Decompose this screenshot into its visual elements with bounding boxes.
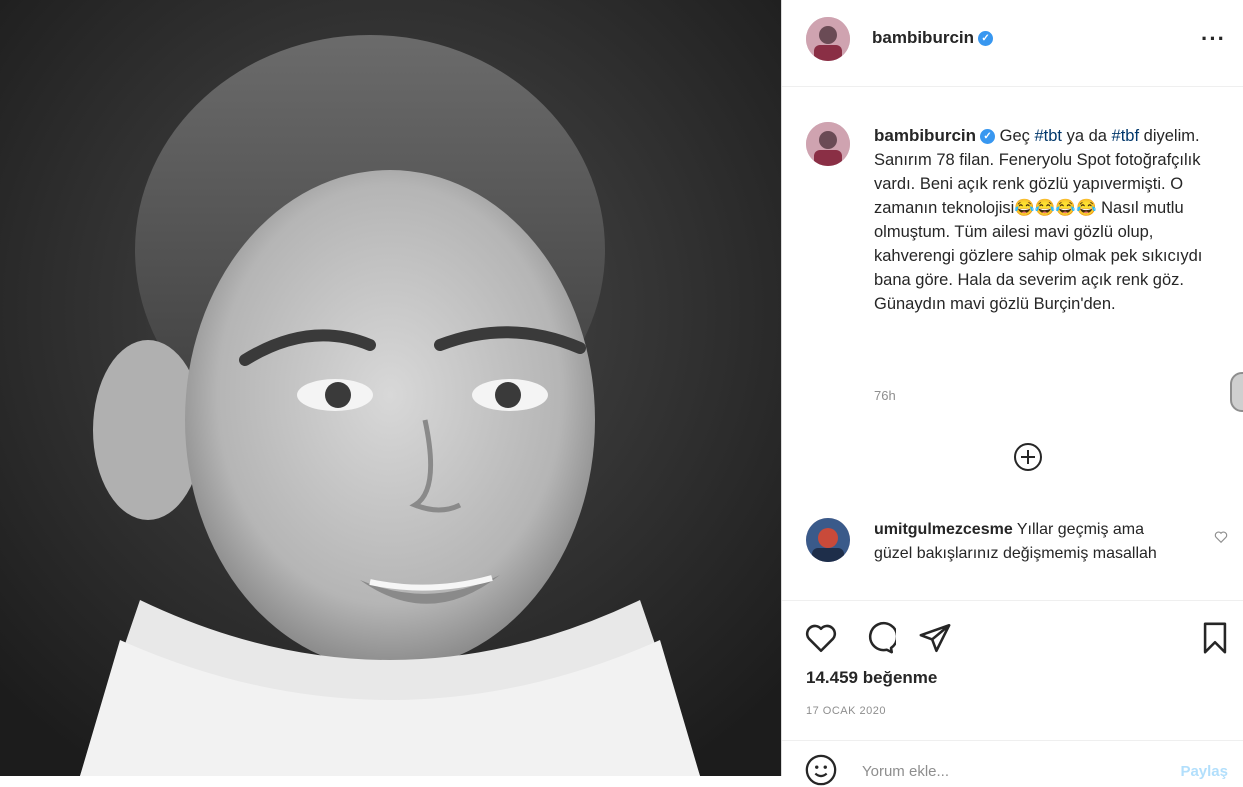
portrait-image	[0, 0, 781, 776]
like-count[interactable]: 14.459 beğenme	[806, 668, 937, 688]
comment-item: umitgulmezcesme Yıllar geçmiş ama güzel …	[874, 518, 1184, 566]
avatar-image	[806, 518, 850, 562]
post-comment-button[interactable]: Paylaş	[1180, 763, 1228, 780]
emoji-icon[interactable]	[804, 753, 838, 787]
bookmark-icon[interactable]	[1198, 621, 1232, 655]
avatar-image	[806, 122, 850, 166]
plus-circle-icon[interactable]	[1013, 442, 1043, 472]
emoji-group: 😂😂😂😂	[1014, 199, 1097, 217]
verified-badge-icon: ✓	[978, 31, 994, 47]
comment-icon[interactable]	[862, 621, 896, 655]
action-bar	[782, 600, 1243, 654]
heart-icon[interactable]	[804, 621, 838, 655]
post-date: 17 OCAK 2020	[806, 705, 886, 717]
more-options-icon[interactable]: ···	[1201, 26, 1226, 52]
scroll-handle[interactable]	[1230, 372, 1243, 412]
post-panel: bambiburcin ✓ ··· bambiburcin ✓ Geç #tbt y…	[781, 0, 1243, 786]
comment-input[interactable]: Yorum ekle...	[862, 763, 949, 780]
post-photo[interactable]	[0, 0, 781, 776]
author-username[interactable]: bambiburcin	[872, 28, 974, 47]
author-name-row: bambiburcin ✓	[872, 28, 994, 48]
commenter-avatar[interactable]	[806, 518, 850, 562]
comment-username[interactable]: umitgulmezcesme	[874, 521, 1013, 538]
add-comment-bar: Yorum ekle... Paylaş	[782, 740, 1243, 786]
caption-text: ya da	[1062, 127, 1112, 145]
caption-username[interactable]: bambiburcin	[874, 126, 976, 145]
caption-text: Geç	[999, 127, 1035, 145]
avatar-image	[806, 17, 850, 61]
post-caption: bambiburcin ✓ Geç #tbt ya da #tbf diyelim…	[874, 124, 1204, 316]
comment-like-icon[interactable]	[1214, 530, 1228, 544]
caption-timestamp: 76h	[874, 388, 896, 403]
verified-badge-icon: ✓	[980, 129, 996, 145]
hashtag-link[interactable]: #tbt	[1034, 127, 1062, 145]
share-icon[interactable]	[918, 621, 952, 655]
post-header: bambiburcin ✓ ···	[782, 0, 1243, 87]
caption-avatar[interactable]	[806, 122, 850, 166]
hashtag-link[interactable]: #tbf	[1112, 127, 1140, 145]
author-avatar[interactable]	[806, 17, 850, 61]
